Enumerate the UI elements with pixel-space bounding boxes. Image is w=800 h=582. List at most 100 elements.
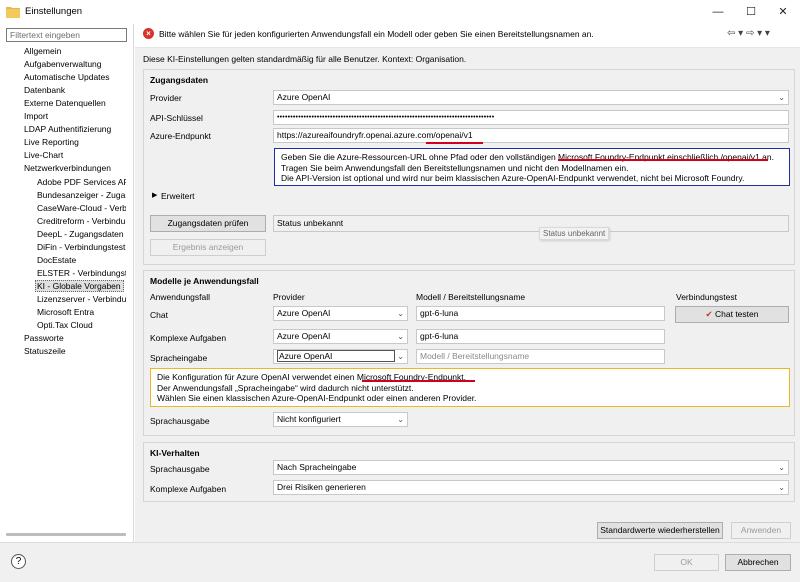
column-header-usecase: Anwendungsfall <box>150 292 211 302</box>
sidebar-item[interactable]: DiFin - Verbindungstest <box>37 241 126 253</box>
provider-select[interactable]: Azure OpenAI ⌄ <box>273 90 789 105</box>
restore-defaults-button[interactable]: Standardwerte wiederherstellen <box>597 522 723 539</box>
help-icon[interactable]: ? <box>11 554 26 569</box>
chevron-down-icon: ⌄ <box>397 352 404 361</box>
status-tooltip: Status unbekannt <box>539 227 610 240</box>
warning-line: Der Anwendungsfall „Spracheingabe“ wird … <box>157 382 414 393</box>
complex-model-input[interactable]: gpt-6-luna <box>416 329 665 344</box>
sidebar-item[interactable]: Bundesanzeiger - Zugai <box>37 189 126 201</box>
sidebar-item[interactable]: Statuszeile <box>24 345 126 357</box>
column-header-model: Modell / Bereitstellungsname <box>416 292 526 302</box>
speech-warning-box: Die Konfiguration für Azure OpenAI verwe… <box>150 368 790 407</box>
annotation-underline <box>362 380 475 382</box>
behavior-group-title: KI-Verhalten <box>150 448 200 458</box>
chat-test-label: Chat testen <box>715 309 759 319</box>
behavior-complex-value: Drei Risiken generieren <box>277 482 366 492</box>
advanced-toggle[interactable]: Erweitert <box>161 191 195 201</box>
window-title: Einstellungen <box>25 6 83 17</box>
sidebar-item[interactable]: Creditreform - Verbindu <box>37 215 126 227</box>
status-field: Status unbekannt <box>273 215 789 232</box>
behavior-complex-select[interactable]: Drei Risiken generieren ⌄ <box>273 480 789 495</box>
error-icon: × <box>143 28 154 39</box>
endpoint-label: Azure-Endpunkt <box>150 131 211 141</box>
endpoint-field[interactable]: https://azureaifoundryfr.openai.azure.co… <box>273 128 789 143</box>
chevron-down-icon: ⌄ <box>778 463 785 472</box>
sidebar-item[interactable]: Microsoft Entra <box>37 306 126 318</box>
error-message: Bitte wählen Sie für jeden konfigurierte… <box>159 29 594 39</box>
speech-model-input[interactable]: Modell / Bereitstellungsname <box>416 349 665 364</box>
info-line: Tragen Sie beim Anwendungsfall den Berei… <box>281 162 629 173</box>
sidebar-item[interactable]: Netzwerkverbindungen <box>24 162 126 174</box>
usecase-complex-label: Komplexe Aufgaben <box>150 333 227 343</box>
chat-provider-select[interactable]: Azure OpenAI ⌄ <box>273 306 408 321</box>
provider-label: Provider <box>150 93 182 103</box>
provider-value: Azure OpenAI <box>277 92 331 102</box>
api-key-field[interactable]: ••••••••••••••••••••••••••••••••••••••••… <box>273 110 789 125</box>
speech-output-value: Nicht konfiguriert <box>277 414 341 424</box>
sidebar-item[interactable]: Externe Datenquellen <box>24 97 126 109</box>
sidebar-item[interactable]: ELSTER - Verbindungste <box>37 267 126 279</box>
sidebar-item[interactable]: LDAP Authentifizierung <box>24 123 126 135</box>
chevron-down-icon: ⌄ <box>397 309 404 318</box>
chevron-down-icon: ⌄ <box>778 93 785 102</box>
sidebar-item[interactable]: Live-Chart <box>24 149 126 161</box>
page-subtitle: Diese KI-Einstellungen gelten standardmä… <box>143 54 467 64</box>
ok-button: OK <box>654 554 719 571</box>
chevron-down-icon: ⌄ <box>397 332 404 341</box>
filter-input[interactable]: Filtertext eingeben <box>6 28 127 42</box>
warning-line: Wählen Sie einen klassischen Azure-OpenA… <box>157 393 477 403</box>
behavior-speech-value: Nach Spracheingabe <box>277 462 357 472</box>
speech-provider-value: Azure OpenAI <box>277 350 395 362</box>
chevron-down-icon: ⌄ <box>397 415 404 424</box>
maximize-button[interactable]: ☐ <box>739 2 763 22</box>
sidebar-item[interactable]: Lizenzserver - Verbindu <box>37 293 126 305</box>
check-icon: ✔ <box>705 309 713 319</box>
complex-provider-select[interactable]: Azure OpenAI ⌄ <box>273 329 408 344</box>
usecase-chat-label: Chat <box>150 310 168 320</box>
chat-model-input[interactable]: gpt-6-luna <box>416 306 665 321</box>
behavior-complex-label: Komplexe Aufgaben <box>150 484 227 494</box>
sidebar-item[interactable]: Passworte <box>24 332 126 344</box>
navigation-arrows-icon[interactable]: ⇦ ▾ ⇨ ▾ ▾ <box>727 28 770 39</box>
access-group-title: Zugangsdaten <box>150 75 209 85</box>
sidebar-item[interactable]: Adobe PDF Services AP <box>37 176 126 188</box>
app-icon <box>6 7 20 18</box>
column-header-provider: Provider <box>273 292 305 302</box>
api-key-label: API-Schlüssel <box>150 113 203 123</box>
complex-provider-value: Azure OpenAI <box>277 331 331 341</box>
sidebar-item[interactable]: Import <box>24 110 126 122</box>
sidebar-item[interactable]: KI - Globale Vorgaben <box>35 279 124 292</box>
sidebar-item[interactable]: Opti.Tax Cloud <box>37 319 126 331</box>
check-credentials-button[interactable]: Zugangsdaten prüfen <box>150 215 266 232</box>
sidebar-item[interactable]: Live Reporting <box>24 136 126 148</box>
sidebar-item[interactable]: DeepL - Zugangsdaten <box>37 228 126 240</box>
sidebar-item[interactable]: Aufgabenverwaltung <box>24 58 126 70</box>
sidebar-item[interactable]: CaseWare-Cloud - Verb <box>37 202 126 214</box>
speech-output-label: Sprachausgabe <box>150 416 210 426</box>
tree-horizontal-scrollbar[interactable] <box>6 533 126 536</box>
show-result-button: Ergebnis anzeigen <box>150 239 266 256</box>
title-bar <box>0 0 800 24</box>
chevron-down-icon: ⌄ <box>778 483 785 492</box>
sidebar-item[interactable]: DocEstate <box>37 254 126 266</box>
sidebar-item[interactable]: Automatische Updates <box>24 71 126 83</box>
cancel-button[interactable]: Abbrechen <box>725 554 791 571</box>
annotation-underline <box>426 142 483 144</box>
chat-test-button[interactable]: ✔ Chat testen <box>675 306 789 323</box>
close-button[interactable]: ✕ <box>771 2 795 22</box>
annotation-underline <box>558 159 768 161</box>
behavior-speech-select[interactable]: Nach Spracheingabe ⌄ <box>273 460 789 475</box>
minimize-button[interactable]: — <box>706 2 730 22</box>
expand-triangle-icon[interactable]: ▶ <box>152 191 157 199</box>
column-header-test: Verbindungstest <box>676 292 737 302</box>
apply-button: Anwenden <box>731 522 791 539</box>
models-group-title: Modelle je Anwendungsfall <box>150 276 259 286</box>
speech-output-select[interactable]: Nicht konfiguriert ⌄ <box>273 412 408 427</box>
chat-provider-value: Azure OpenAI <box>277 308 331 318</box>
sidebar-item[interactable]: Allgemein <box>24 45 126 57</box>
endpoint-info-box: Geben Sie die Azure-Ressourcen-URL ohne … <box>274 148 790 186</box>
usecase-speech-label: Spracheingabe <box>150 353 208 363</box>
sidebar-item[interactable]: Datenbank <box>24 84 126 96</box>
behavior-speech-label: Sprachausgabe <box>150 464 210 474</box>
speech-provider-select[interactable]: Azure OpenAI ⌄ <box>273 349 408 364</box>
